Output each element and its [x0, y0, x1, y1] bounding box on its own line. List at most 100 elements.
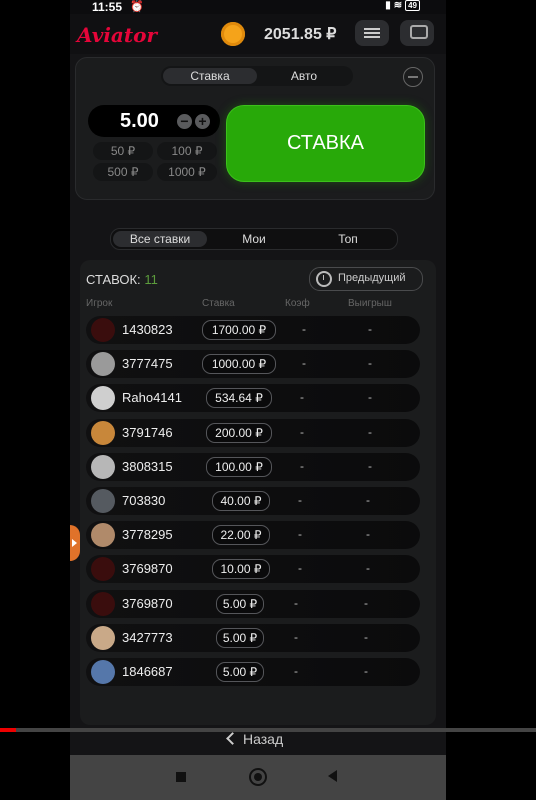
win-value: - — [368, 322, 372, 336]
bet-amount-pill: 200.00 ₽ — [206, 422, 272, 443]
coef-value: - — [298, 493, 302, 507]
tab-bet[interactable]: Ставка — [163, 68, 257, 84]
table-row: 3791746 200.00 ₽ - - — [86, 418, 420, 447]
table-row: 3427773 5.00 ₽ - - — [86, 623, 420, 652]
bets-count: СТАВОК: 11 — [86, 272, 158, 287]
chat-button[interactable] — [400, 20, 434, 46]
status-bar: 11:55 ⏰ ▮≋ 49 — [70, 0, 446, 14]
win-value: - — [366, 561, 370, 576]
balance: 2051.85 ₽ — [264, 26, 337, 43]
player-id: 3777475 — [122, 356, 173, 372]
aviator-logo[interactable]: Aviator — [77, 23, 157, 47]
bet-amount-pill: 22.00 ₽ — [212, 525, 270, 546]
col-player: Игрок — [86, 298, 113, 309]
player-id: Raho4141 — [122, 390, 182, 406]
menu-button[interactable] — [355, 20, 389, 46]
bets-list-panel: СТАВОК: 11 Предыдущий Игрок Ставка Коэф … — [80, 260, 436, 725]
menu-icon — [364, 28, 380, 30]
bet-amount-value[interactable]: 5.00 — [120, 110, 159, 133]
previous-round-button[interactable]: Предыдущий — [309, 267, 423, 291]
table-row: Raho4141 534.64 ₽ - - — [86, 384, 420, 413]
signal-icon: ▮ — [385, 0, 394, 11]
increase-button[interactable]: + — [195, 114, 210, 129]
player-id: 1430823 — [122, 322, 173, 337]
avatar — [91, 489, 115, 513]
alarm-icon: ⏰ — [130, 1, 144, 13]
coef-value: - — [294, 595, 298, 610]
home-button[interactable] — [249, 768, 267, 786]
avatar — [91, 420, 115, 445]
avatar — [91, 386, 115, 411]
coef-value: - — [300, 424, 304, 439]
bet-amount-pill: 1700.00 ₽ — [202, 320, 276, 340]
player-id: 3808315 — [122, 458, 173, 474]
table-row: 1430823 1700.00 ₽ - - — [86, 316, 420, 344]
status-time: 11:55 — [92, 0, 123, 14]
bet-amount-pill: 5.00 ₽ — [216, 627, 264, 648]
player-id: 3778295 — [122, 527, 173, 543]
coef-value: - — [294, 629, 298, 644]
player-id: 703830 — [122, 493, 166, 508]
back-link[interactable]: Назад — [226, 731, 284, 747]
back-label: Назад — [243, 731, 284, 747]
avatar — [91, 523, 115, 548]
bet-amount-pill: 10.00 ₽ — [212, 559, 270, 580]
avatar — [91, 454, 115, 479]
status-icons: ▮≋ 49 — [385, 0, 420, 11]
wifi-icon: ≋ — [393, 0, 406, 11]
coef-value: - — [298, 561, 302, 576]
table-row: 3808315 100.00 ₽ - - — [86, 452, 420, 481]
coef-value: - — [300, 390, 304, 405]
bet-amount-pill: 534.64 ₽ — [206, 388, 272, 409]
video-progress-fill — [0, 728, 17, 732]
decrease-button[interactable]: − — [177, 114, 192, 129]
bet-amount-pill: 1000.00 ₽ — [202, 354, 276, 375]
bet-mode-switch: Ставка Авто — [161, 66, 353, 86]
tab-my-bets[interactable]: Мои — [207, 231, 301, 247]
win-value: - — [368, 458, 372, 473]
avatar — [91, 318, 115, 342]
table-row: 3769870 10.00 ₽ - - — [86, 555, 420, 584]
avatar — [91, 660, 115, 684]
win-value: - — [364, 629, 368, 644]
bet-panel: Ставка Авто 5.00 − + 50 ₽ 100 ₽ 500 ₽ 10… — [75, 57, 435, 200]
coef-value: - — [302, 322, 306, 336]
quick-amount-500[interactable]: 500 ₽ — [93, 163, 153, 181]
player-id: 1846687 — [122, 664, 173, 679]
avatar — [91, 591, 115, 616]
win-value: - — [366, 527, 370, 542]
quick-amount-50[interactable]: 50 ₽ — [93, 142, 153, 160]
player-id: 3791746 — [122, 424, 173, 440]
recent-apps-button[interactable] — [176, 772, 186, 782]
history-icon — [316, 271, 332, 287]
remove-panel-icon[interactable] — [403, 67, 423, 87]
win-value: - — [368, 424, 372, 439]
coef-value: - — [302, 356, 306, 371]
quick-amount-1000[interactable]: 1000 ₽ — [157, 163, 217, 181]
tab-auto[interactable]: Авто — [257, 68, 351, 84]
bets-count-label: СТАВОК: — [86, 272, 141, 287]
bet-amount-pill: 5.00 ₽ — [216, 593, 264, 614]
tab-top[interactable]: Топ — [301, 231, 395, 247]
bet-amount-input[interactable]: 5.00 − + — [88, 105, 220, 137]
col-coef: Коэф — [285, 298, 310, 309]
system-nav-bar — [70, 755, 446, 800]
tab-all-bets[interactable]: Все ставки — [113, 231, 207, 247]
back-button[interactable] — [328, 770, 337, 782]
place-bet-label: СТАВКА — [286, 132, 364, 154]
player-id: 3769870 — [122, 595, 173, 611]
quick-amount-100[interactable]: 100 ₽ — [157, 142, 217, 160]
win-value: - — [364, 664, 368, 678]
table-row: 1846687 5.00 ₽ - - — [86, 658, 420, 686]
win-value: - — [368, 390, 372, 405]
avatar — [91, 625, 115, 650]
col-win: Выигрыш — [348, 298, 392, 309]
battery-icon: 49 — [405, 0, 420, 11]
side-expand-tab[interactable] — [70, 525, 80, 561]
table-row: 3777475 1000.00 ₽ - - — [86, 350, 420, 379]
coef-value: - — [294, 664, 298, 678]
bet-amount-pill: 5.00 ₽ — [216, 662, 264, 682]
place-bet-button[interactable]: СТАВКА — [226, 105, 425, 182]
chat-icon — [410, 25, 428, 39]
col-bet: Ставка — [202, 298, 235, 309]
